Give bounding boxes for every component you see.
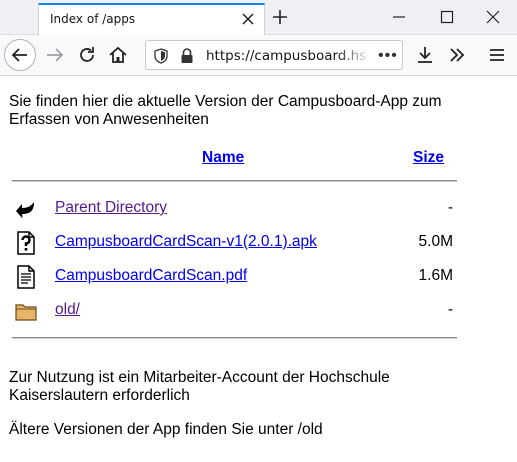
close-window-icon[interactable] — [486, 10, 500, 24]
list-item: Parent Directory - — [0, 195, 517, 225]
hamburger-menu-icon[interactable] — [486, 44, 508, 66]
back-button[interactable] — [4, 39, 36, 71]
page-content: Sie finden hier die aktuelle Version der… — [0, 76, 517, 462]
shield-icon[interactable] — [154, 48, 168, 64]
close-tab-icon[interactable] — [240, 11, 256, 27]
back-arrow-icon — [11, 48, 27, 62]
old-versions-note: Ältere Versionen der App finden Sie unte… — [9, 421, 323, 438]
sort-by-name-link[interactable]: Name — [202, 149, 244, 167]
minimize-icon[interactable] — [392, 10, 406, 24]
url-bar[interactable]: https://campusboard.hs-kl.de/apps/ ••• — [145, 40, 403, 70]
sort-by-size-link[interactable]: Size — [413, 149, 444, 167]
bottom-divider — [12, 337, 457, 339]
list-item: CampusboardCardScan-v1(2.0.1).apk 5.0M — [0, 229, 517, 259]
file-size: 1.6M — [418, 267, 453, 284]
tab-bar: Index of /apps — [0, 0, 517, 35]
reload-icon[interactable] — [76, 44, 98, 66]
list-item: old/ - — [0, 297, 517, 327]
forward-icon[interactable] — [44, 44, 66, 66]
folder-icon — [15, 304, 37, 321]
lock-icon[interactable] — [180, 48, 194, 64]
page-actions-icon[interactable]: ••• — [378, 47, 398, 65]
tab-apps-index[interactable]: Index of /apps — [38, 3, 265, 35]
parent-directory-link[interactable]: Parent Directory — [55, 199, 167, 217]
apk-file-link[interactable]: CampusboardCardScan-v1(2.0.1).apk — [55, 233, 317, 251]
pdf-file-link[interactable]: CampusboardCardScan.pdf — [55, 267, 247, 285]
nav-bar: https://campusboard.hs-kl.de/apps/ ••• — [0, 35, 517, 76]
unknown-file-icon — [17, 231, 35, 255]
download-icon[interactable] — [414, 44, 436, 66]
tab-title: Index of /apps — [50, 12, 136, 26]
top-divider — [12, 180, 457, 182]
file-size: 5.0M — [418, 233, 453, 250]
text-file-icon — [17, 265, 35, 289]
new-tab-icon[interactable] — [271, 8, 289, 26]
back-arrow-icon — [16, 202, 34, 218]
file-size: - — [447, 301, 453, 318]
list-item: CampusboardCardScan.pdf 1.6M — [0, 263, 517, 293]
intro-text: Sie finden hier die aktuelle Version der… — [9, 93, 442, 128]
overflow-chevron-icon[interactable] — [446, 44, 468, 66]
account-note: Zur Nutzung ist ein Mitarbeiter-Account … — [9, 369, 390, 404]
home-icon[interactable] — [107, 44, 129, 66]
file-size: - — [447, 199, 453, 216]
old-folder-link[interactable]: old/ — [55, 301, 80, 319]
maximize-icon[interactable] — [440, 10, 454, 24]
url-fade — [336, 41, 371, 69]
